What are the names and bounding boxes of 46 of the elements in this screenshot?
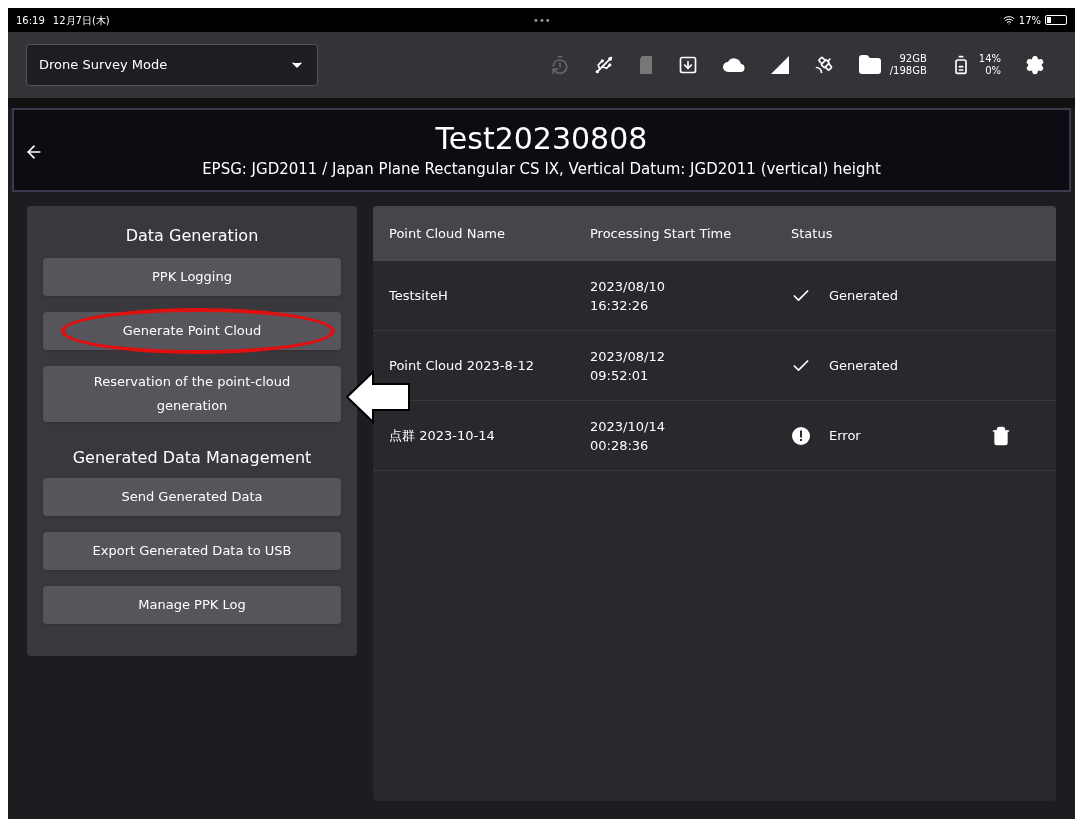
signal-icon bbox=[769, 55, 790, 75]
section-title: Data Generation bbox=[124, 225, 260, 247]
action-button[interactable]: Generate Point Cloud bbox=[43, 312, 341, 350]
battery-percent: 17% bbox=[1018, 13, 1041, 28]
battery-icon bbox=[1045, 15, 1067, 25]
cloud-icon bbox=[721, 57, 746, 73]
folder-icon bbox=[857, 53, 882, 77]
table-cell-text: 00:28:36 bbox=[590, 436, 650, 455]
action-button[interactable]: Export Generated Data to USB bbox=[43, 532, 341, 570]
multitask-dots: ••• bbox=[533, 13, 551, 28]
action-button[interactable]: PPK Logging bbox=[43, 258, 341, 296]
delete-button[interactable] bbox=[991, 425, 1011, 446]
action-button[interactable]: Send Generated Data bbox=[43, 478, 341, 516]
storage-total: /198GB bbox=[889, 65, 927, 78]
table-cell-text: Point Cloud 2023-8-12 bbox=[389, 356, 535, 375]
status-label: Generated bbox=[829, 356, 898, 375]
column-header: Status bbox=[791, 224, 834, 243]
status-label: Error bbox=[829, 426, 861, 445]
charge-level: 0% bbox=[985, 65, 1001, 78]
table-cell-text: 点群 2023-10-14 bbox=[389, 426, 496, 445]
action-button[interactable]: Reservation of the point-cloud generation bbox=[43, 366, 341, 422]
coordinate-system: EPSG: JGD2011 / Japan Plane Rectangular CS IX, Vertical Datum: JGD2011 (vertical) height bbox=[202, 158, 881, 180]
status-label: Generated bbox=[829, 286, 898, 305]
sd-card-icon bbox=[637, 55, 654, 75]
exclamation-circle-icon bbox=[791, 425, 811, 446]
download-icon bbox=[677, 55, 698, 75]
wifi-icon bbox=[1002, 14, 1015, 26]
table-cell-text: 2023/10/14 bbox=[590, 417, 666, 436]
storage-used: 92GB bbox=[899, 52, 927, 65]
section-title: Generated Data Management bbox=[71, 447, 313, 469]
satellite-icon bbox=[813, 55, 834, 75]
table-cell-text: 09:52:01 bbox=[590, 366, 650, 385]
drone-battery: 14% bbox=[978, 52, 1001, 65]
settings-icon bbox=[1025, 55, 1045, 75]
table-cell-text: TestsiteH bbox=[389, 286, 449, 305]
column-header: Processing Start Time bbox=[590, 224, 733, 243]
table-cell-text: 2023/08/10 bbox=[590, 277, 666, 296]
usb-icon bbox=[593, 55, 614, 75]
column-header: Point Cloud Name bbox=[389, 224, 507, 243]
table-cell-text: 2023/08/12 bbox=[590, 347, 666, 366]
table-cell-text: 16:32:26 bbox=[590, 296, 650, 315]
status-time: 16:19 bbox=[16, 13, 45, 28]
mode-dropdown[interactable]: Drone Survey Mode bbox=[26, 44, 318, 86]
status-date: 12月7日(木) bbox=[52, 13, 110, 28]
action-button[interactable]: Manage PPK Log bbox=[43, 586, 341, 624]
project-title: Test20230808 bbox=[435, 120, 648, 158]
